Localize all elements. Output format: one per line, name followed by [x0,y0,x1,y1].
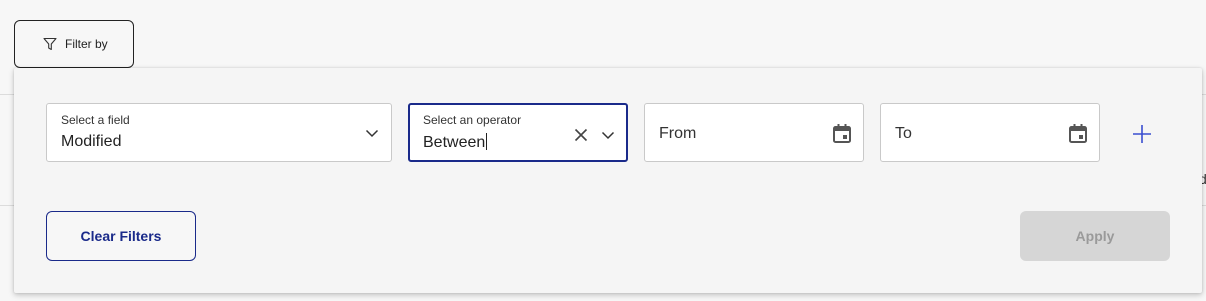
from-date-placeholder: From [659,125,697,142]
operator-select-value[interactable]: Between [423,133,488,152]
operator-select-caption: Select an operator [423,113,522,127]
filter-panel: Select a field Modified Select an operat… [14,68,1202,293]
field-select-value: Modified [61,133,122,150]
from-date-field[interactable]: From [644,103,864,162]
to-date-placeholder: To [895,125,912,142]
filter-by-label: Filter by [65,37,108,51]
funnel-icon [43,37,57,51]
filter-by-button[interactable]: Filter by [14,20,134,68]
close-icon[interactable] [574,128,588,142]
operator-select[interactable]: Select an operator Between [408,103,628,162]
to-date-field[interactable]: To [880,103,1100,162]
plus-icon [1133,125,1151,143]
chevron-down-icon[interactable] [365,129,379,138]
apply-button[interactable]: Apply [1020,211,1170,261]
field-select[interactable]: Select a field Modified [46,103,392,162]
clear-filters-button[interactable]: Clear Filters [46,211,196,261]
field-select-caption: Select a field [61,113,130,127]
calendar-icon[interactable] [1068,123,1088,144]
calendar-icon[interactable] [832,123,852,144]
add-filter-button[interactable] [1131,123,1153,145]
chevron-down-icon[interactable] [601,131,615,140]
